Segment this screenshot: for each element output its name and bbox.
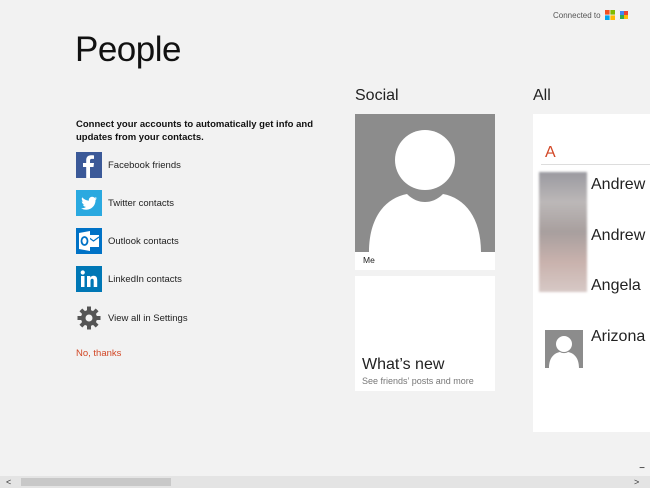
linkedin-contacts-link[interactable]: LinkedIn contacts <box>76 266 182 292</box>
contact-item[interactable]: Angela <box>591 277 641 295</box>
scroll-left-arrow-icon[interactable]: < <box>6 476 11 488</box>
person-silhouette-icon <box>549 336 579 368</box>
linkedin-icon <box>76 266 102 292</box>
view-all-settings-link[interactable]: View all in Settings <box>76 305 188 331</box>
me-avatar <box>355 114 495 252</box>
social-heading: Social <box>355 87 399 104</box>
scrollbar-thumb[interactable] <box>21 478 171 486</box>
connect-intro: Connect your accounts to automatically g… <box>76 119 313 143</box>
whats-new-title: What’s new <box>362 356 445 373</box>
me-tile[interactable]: Me <box>355 114 495 270</box>
whats-new-tile[interactable]: What’s new See friends’ posts and more <box>355 276 495 391</box>
horizontal-scrollbar[interactable]: < > <box>0 476 650 488</box>
facebook-icon <box>76 152 102 178</box>
scroll-right-arrow-icon[interactable]: > <box>634 476 639 488</box>
twitter-icon <box>76 190 102 216</box>
microsoft-logo-icon[interactable] <box>604 10 615 20</box>
me-label: Me <box>363 255 375 265</box>
person-silhouette-icon <box>369 130 481 252</box>
connected-label: Connected to <box>553 10 601 20</box>
contact-item[interactable]: Arizona <box>591 328 645 346</box>
linkedin-contacts-label: LinkedIn contacts <box>108 273 182 285</box>
contact-item[interactable]: Andrew <box>591 227 645 245</box>
contact-photo <box>539 172 587 292</box>
no-thanks-link[interactable]: No, thanks <box>76 348 121 359</box>
contact-avatar <box>545 330 583 368</box>
twitter-contacts-label: Twitter contacts <box>108 197 174 209</box>
outlook-contacts-link[interactable]: Outlook contacts <box>76 228 179 254</box>
google-logo-icon[interactable] <box>618 9 629 21</box>
divider <box>541 164 650 165</box>
outlook-contacts-label: Outlook contacts <box>108 235 179 247</box>
connected-services: Connected to <box>553 9 629 21</box>
zoom-out-button[interactable]: − <box>636 463 648 475</box>
facebook-friends-label: Facebook friends <box>108 159 181 171</box>
gear-icon <box>76 305 102 331</box>
letter-group-header[interactable]: A <box>545 144 556 162</box>
outlook-icon <box>76 228 102 254</box>
contact-item[interactable]: Andrew <box>591 176 645 194</box>
whats-new-subtitle: See friends’ posts and more <box>362 376 474 386</box>
all-contacts-list: A Andrew Andrew Angela Arizona <box>533 114 650 432</box>
page-title: People <box>75 30 181 69</box>
twitter-contacts-link[interactable]: Twitter contacts <box>76 190 174 216</box>
all-heading: All <box>533 87 551 104</box>
view-all-settings-label: View all in Settings <box>108 312 188 324</box>
facebook-friends-link[interactable]: Facebook friends <box>76 152 181 178</box>
